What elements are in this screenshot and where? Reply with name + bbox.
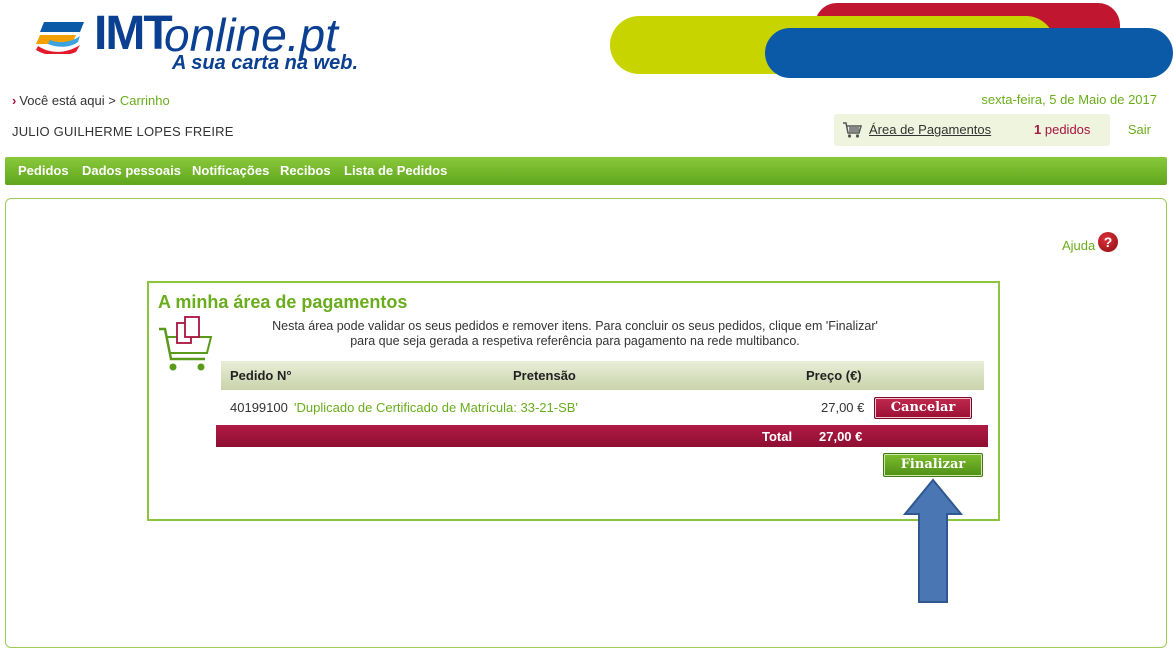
imt-logo-icon bbox=[36, 22, 84, 54]
cart-icon bbox=[843, 122, 862, 138]
orders-count[interactable]: 1 pedidos bbox=[1034, 122, 1090, 137]
orders-count-label: pedidos bbox=[1044, 122, 1091, 137]
cancel-button[interactable]: Cancelar bbox=[874, 397, 972, 419]
user-name: JULIO GUILHERME LOPES FREIRE bbox=[12, 124, 234, 139]
site-logo[interactable]: IMT online.pt A sua carta na web. bbox=[36, 8, 376, 76]
nav-item-dados-pessoais[interactable]: Dados pessoais bbox=[82, 163, 181, 178]
help-link[interactable]: Ajuda bbox=[1062, 238, 1095, 253]
current-date: sexta-feira, 5 de Maio de 2017 bbox=[981, 92, 1157, 107]
nav-item-lista-pedidos[interactable]: Lista de Pedidos bbox=[344, 163, 447, 178]
payments-box: Área de Pagamentos 1 pedidos bbox=[834, 114, 1110, 146]
col-header-request: Pretensão bbox=[513, 368, 576, 383]
nav-item-recibos[interactable]: Recibos bbox=[280, 163, 331, 178]
logout-link[interactable]: Sair bbox=[1128, 122, 1151, 137]
header-banner bbox=[610, 3, 1173, 78]
main-nav: Pedidos Dados pessoais Notificações Reci… bbox=[5, 157, 1167, 185]
payments-card: A minha área de pagamentos Nesta área po… bbox=[147, 281, 1000, 521]
annotation-arrow-up-icon bbox=[903, 478, 963, 603]
total-value: 27,00 € bbox=[819, 429, 863, 444]
table-header: Pedido N° Pretensão Preço (€) bbox=[221, 361, 984, 390]
order-request[interactable]: 'Duplicado de Certificado de Matrícula: … bbox=[294, 400, 578, 415]
finalize-button[interactable]: Finalizar bbox=[883, 453, 983, 477]
col-header-number: Pedido N° bbox=[230, 368, 292, 383]
nav-item-pedidos[interactable]: Pedidos bbox=[18, 163, 69, 178]
card-description-line2: para que seja gerada a respetiva referên… bbox=[350, 334, 800, 348]
breadcrumb: › Você está aqui > Carrinho bbox=[12, 93, 170, 108]
card-description: Nesta área pode validar os seus pedidos … bbox=[215, 319, 935, 349]
col-header-price: Preço (€) bbox=[806, 368, 862, 383]
total-bar: Total 27,00 € bbox=[216, 425, 988, 447]
nav-item-notificacoes[interactable]: Notificações bbox=[192, 163, 269, 178]
breadcrumb-current[interactable]: Carrinho bbox=[120, 93, 170, 108]
orders-count-number: 1 bbox=[1034, 122, 1042, 137]
order-number: 40199100 bbox=[230, 400, 288, 415]
breadcrumb-prefix: Você está aqui > bbox=[19, 93, 116, 108]
logo-imt-text: IMT bbox=[94, 7, 173, 60]
payments-area-link[interactable]: Área de Pagamentos bbox=[869, 122, 991, 137]
chevron-right-icon: › bbox=[12, 93, 17, 108]
total-label: Total bbox=[762, 429, 793, 444]
table-row: 40199100 'Duplicado de Certificado de Ma… bbox=[221, 395, 984, 421]
card-description-line1: Nesta área pode validar os seus pedidos … bbox=[272, 319, 878, 333]
logo-tagline: A sua carta na web. bbox=[172, 52, 358, 74]
card-title: A minha área de pagamentos bbox=[158, 292, 408, 312]
help-icon[interactable]: ? bbox=[1098, 232, 1118, 252]
order-price: 27,00 € bbox=[821, 400, 865, 415]
shopping-cart-documents-icon bbox=[159, 316, 213, 371]
